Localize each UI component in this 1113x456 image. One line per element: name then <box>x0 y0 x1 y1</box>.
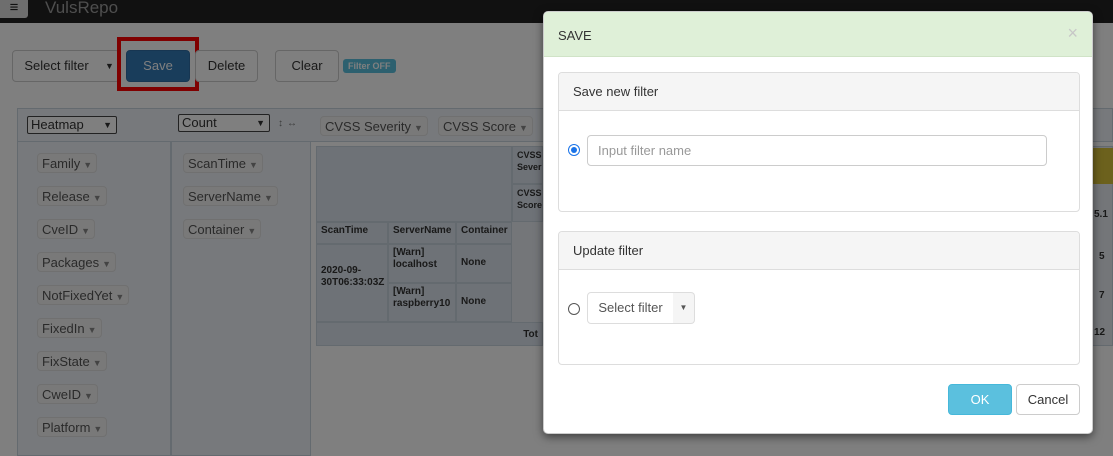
close-icon[interactable]: × <box>1067 23 1078 44</box>
panel-heading: Update filter <box>559 232 1079 270</box>
cancel-button[interactable]: Cancel <box>1016 384 1080 415</box>
filter-name-input[interactable] <box>587 135 1047 166</box>
update-select-filter-button[interactable]: Select filter <box>587 292 674 324</box>
update-filter-panel: Update filter Select filter ▼ <box>558 231 1080 365</box>
ok-button[interactable]: OK <box>948 384 1012 415</box>
save-modal: SAVE × Save new filter Update filter Sel… <box>543 11 1093 434</box>
save-new-filter-panel: Save new filter <box>558 72 1080 212</box>
save-new-radio[interactable] <box>568 144 580 156</box>
modal-header: SAVE × <box>544 12 1092 57</box>
chevron-down-icon[interactable]: ▼ <box>673 292 695 324</box>
update-filter-radio[interactable] <box>568 303 580 315</box>
modal-title: SAVE <box>558 28 592 43</box>
panel-heading: Save new filter <box>559 73 1079 111</box>
